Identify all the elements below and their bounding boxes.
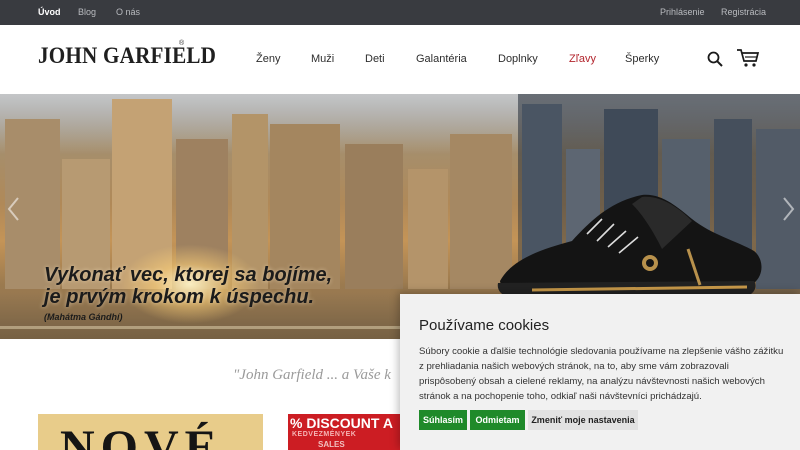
slider-next-arrow-icon[interactable] bbox=[778, 194, 798, 224]
new-arrivals-card[interactable]: NOVÉ bbox=[38, 414, 263, 450]
hero-quote-author: (Mahátma Gándhí) bbox=[44, 312, 123, 322]
discount-sales-label: SALES bbox=[318, 440, 345, 449]
hero-quote-line1: Vykonať vec, ktorej sa bojíme, bbox=[44, 264, 333, 286]
sneaker-image bbox=[497, 194, 762, 299]
nav-item-deti[interactable]: Deti bbox=[365, 53, 385, 66]
cookie-reject-button[interactable]: Odmietam bbox=[470, 410, 525, 430]
logo-registered-mark: ® bbox=[179, 40, 185, 47]
new-arrivals-label: NOVÉ bbox=[60, 421, 223, 450]
discount-label: % DISCOUNT A bbox=[290, 415, 393, 431]
topbar-link-home[interactable]: Úvod bbox=[38, 7, 61, 18]
site-header: JOHN GARFIELD ® Ženy Muži Deti Galantéri… bbox=[0, 25, 800, 94]
cookie-consent-panel: Používame cookies Súbory cookie a ďalšie… bbox=[400, 294, 800, 450]
nav-item-zlavy[interactable]: Zľavy bbox=[569, 53, 596, 66]
hero-quote-line2: je prvým krokom k úspechu. bbox=[44, 286, 315, 308]
topbar-link-register[interactable]: Registrácia bbox=[721, 7, 766, 18]
cart-icon[interactable] bbox=[736, 48, 760, 73]
discount-card[interactable]: % DISCOUNT A KEDVEZMÉNYEK SALES bbox=[288, 414, 400, 450]
topbar-link-login[interactable]: Prihlásenie bbox=[660, 7, 705, 18]
nav-item-zeny[interactable]: Ženy bbox=[256, 53, 280, 66]
cookie-description: Súbory cookie a ďalšie technológie sledo… bbox=[419, 346, 784, 402]
cookie-settings-button[interactable]: Zmeniť moje nastavenia bbox=[528, 410, 638, 430]
building bbox=[408, 169, 448, 289]
brand-tagline: "John Garfield ... a Vaše k bbox=[233, 367, 391, 383]
nav-item-galanteria[interactable]: Galantéria bbox=[416, 53, 467, 66]
topbar-link-blog[interactable]: Blog bbox=[78, 7, 96, 18]
nav-item-doplnky[interactable]: Doplnky bbox=[498, 53, 538, 66]
discount-sublabel: KEDVEZMÉNYEK bbox=[292, 431, 357, 438]
search-icon[interactable] bbox=[707, 51, 723, 72]
cookie-accept-button[interactable]: Súhlasím bbox=[419, 410, 467, 430]
building bbox=[345, 144, 403, 289]
cookie-title: Používame cookies bbox=[419, 317, 550, 334]
top-bar: Úvod Blog O nás Prihlásenie Registrácia bbox=[0, 0, 800, 25]
nav-item-sperky[interactable]: Šperky bbox=[625, 53, 659, 66]
topbar-link-about[interactable]: O nás bbox=[116, 7, 140, 18]
slider-prev-arrow-icon[interactable] bbox=[4, 194, 24, 224]
nav-item-muzi[interactable]: Muži bbox=[311, 53, 334, 66]
site-logo[interactable]: JOHN GARFIELD bbox=[38, 43, 216, 69]
